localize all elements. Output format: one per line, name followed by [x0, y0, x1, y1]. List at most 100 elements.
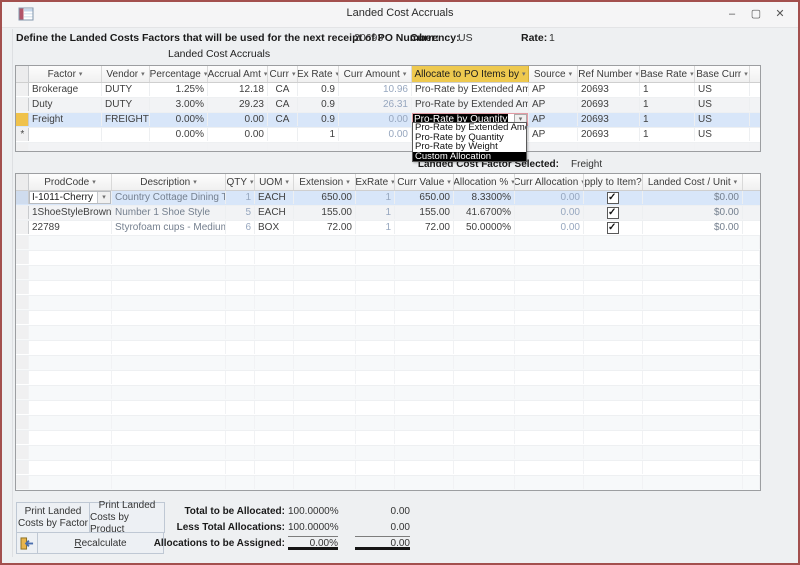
uom-cell[interactable]: EACH — [255, 206, 294, 219]
current-record-selector[interactable] — [16, 113, 29, 126]
factor-cell[interactable]: Freight — [29, 113, 102, 126]
column-header-source[interactable]: Source — [529, 66, 578, 82]
column-header-curr[interactable]: Curr — [268, 66, 298, 82]
column-header-uom[interactable]: UOM — [255, 174, 294, 190]
description-cell[interactable]: Number 1 Shoe Style — [112, 206, 226, 219]
select-all-cell[interactable] — [16, 174, 29, 190]
ex-rate-cell[interactable]: 0.9 — [298, 113, 339, 126]
allocation-pct-cell[interactable]: 8.3300% — [454, 191, 515, 204]
description-cell[interactable]: Country Cottage Dining Table — [112, 191, 226, 204]
ex-rate-cell[interactable]: 0.9 — [298, 83, 339, 96]
current-record-selector[interactable] — [16, 191, 29, 204]
ref-number-cell[interactable]: 20693 — [578, 98, 640, 111]
source-cell[interactable]: AP — [529, 98, 578, 111]
ref-number-cell[interactable]: 20693 — [578, 113, 640, 126]
base-curr-cell[interactable]: US — [695, 83, 750, 96]
column-header-qty[interactable]: QTY — [226, 174, 255, 190]
curr-cell[interactable]: CA — [268, 83, 298, 96]
description-cell[interactable]: Styrofoam cups - Medium — [112, 221, 226, 234]
ex-rate-cell[interactable]: 0.9 — [298, 98, 339, 111]
curr-value-cell[interactable]: 155.00 — [395, 206, 454, 219]
record-selector[interactable] — [16, 98, 29, 111]
ex-rate-cell[interactable]: 1 — [298, 128, 339, 141]
dropdown-option[interactable]: Pro-Rate by Quantity — [413, 133, 526, 143]
record-selector[interactable] — [16, 221, 29, 234]
curr-cell[interactable]: CA — [268, 113, 298, 126]
column-header-percentage[interactable]: Percentage — [150, 66, 208, 82]
accrual-amt-cell[interactable]: 29.23 — [208, 98, 268, 111]
exit-button[interactable] — [16, 532, 38, 554]
column-header-base-rate[interactable]: Base Rate — [640, 66, 695, 82]
column-header-landed-cost-unit[interactable]: Landed Cost / Unit — [643, 174, 743, 190]
accrual-amt-cell[interactable]: 12.18 — [208, 83, 268, 96]
base-curr-cell[interactable]: US — [695, 98, 750, 111]
record-selector[interactable] — [16, 206, 29, 219]
column-header-extension[interactable]: Extension — [294, 174, 356, 190]
column-header-description[interactable]: Description — [112, 174, 226, 190]
ref-number-cell[interactable]: 20693 — [578, 83, 640, 96]
column-header-ref-number[interactable]: Ref Number — [578, 66, 640, 82]
minimize-button[interactable]: – — [720, 5, 744, 24]
allocate-by-cell[interactable]: Pro-Rate by Extended Amount — [412, 98, 529, 111]
source-cell[interactable]: AP — [529, 113, 578, 126]
apply-checkbox[interactable] — [607, 207, 619, 219]
allocate-by-cell[interactable]: Pro-Rate by Extended Amount — [412, 83, 529, 96]
dropdown-option[interactable]: Pro-Rate by Weight — [413, 142, 526, 152]
source-cell[interactable]: AP — [529, 128, 578, 141]
column-header-curr-amount[interactable]: Curr Amount — [339, 66, 412, 82]
percentage-cell[interactable]: 0.00% — [150, 128, 208, 141]
maximize-button[interactable]: ▢ — [744, 5, 768, 24]
curr-cell[interactable] — [268, 128, 298, 141]
print-landed-costs-by-factor-button[interactable]: Print Landed Costs by Factor — [16, 502, 90, 533]
apply-checkbox[interactable] — [607, 192, 619, 204]
allocation-pct-cell[interactable]: 41.6700% — [454, 206, 515, 219]
prodcode-combobox[interactable]: I-1011-Cherry — [29, 191, 111, 204]
column-header-factor[interactable]: Factor — [29, 66, 102, 82]
curr-cell[interactable]: CA — [268, 98, 298, 111]
percentage-cell[interactable]: 0.00% — [150, 113, 208, 126]
column-header-allocate-to-po-items-by[interactable]: Allocate to PO Items by — [412, 66, 529, 82]
percentage-cell[interactable]: 1.25% — [150, 83, 208, 96]
column-header-prodcode[interactable]: ProdCode — [29, 174, 112, 190]
column-header-allocation-pct[interactable]: Allocation % — [454, 174, 515, 190]
base-rate-cell[interactable]: 1 — [640, 83, 695, 96]
base-rate-cell[interactable]: 1 — [640, 128, 695, 141]
prodcode-cell[interactable]: 22789 — [29, 221, 112, 234]
base-rate-cell[interactable]: 1 — [640, 113, 695, 126]
column-header-curr-value[interactable]: Curr Value — [395, 174, 454, 190]
allocation-pct-cell[interactable]: 50.0000% — [454, 221, 515, 234]
vendor-cell[interactable]: DUTY — [102, 98, 150, 111]
base-curr-cell[interactable]: US — [695, 128, 750, 141]
ref-number-cell[interactable]: 20693 — [578, 128, 640, 141]
apply-checkbox[interactable] — [607, 222, 619, 234]
base-curr-cell[interactable]: US — [695, 113, 750, 126]
column-header-vendor[interactable]: Vendor — [102, 66, 150, 82]
new-record-selector[interactable] — [16, 128, 29, 141]
factor-cell[interactable]: Duty — [29, 98, 102, 111]
dropdown-option[interactable]: Pro-Rate by Extended Amount — [413, 123, 526, 133]
column-header-exrate[interactable]: ExRate — [356, 174, 395, 190]
accrual-amt-cell[interactable]: 0.00 — [208, 128, 268, 141]
close-button[interactable]: ✕ — [768, 5, 792, 24]
source-cell[interactable]: AP — [529, 83, 578, 96]
dropdown-option-highlighted[interactable]: Custom Allocation — [413, 152, 526, 162]
base-rate-cell[interactable]: 1 — [640, 98, 695, 111]
column-header-apply-to-item[interactable]: Apply to Item? — [584, 174, 643, 190]
curr-value-cell[interactable]: 72.00 — [395, 221, 454, 234]
column-header-base-curr[interactable]: Base Curr — [695, 66, 750, 82]
extension-cell[interactable]: 72.00 — [294, 221, 356, 234]
percentage-cell[interactable]: 3.00% — [150, 98, 208, 111]
accrual-amt-cell[interactable]: 0.00 — [208, 113, 268, 126]
uom-cell[interactable]: EACH — [255, 191, 294, 204]
vendor-cell[interactable]: DUTY — [102, 83, 150, 96]
combobox-dropdown-button[interactable] — [97, 192, 110, 203]
prodcode-cell[interactable]: 1ShoeStyleBrownS — [29, 206, 112, 219]
factor-cell[interactable] — [29, 128, 102, 141]
column-header-ex-rate[interactable]: Ex Rate — [298, 66, 339, 82]
uom-cell[interactable]: BOX — [255, 221, 294, 234]
column-header-accrual-amt[interactable]: Accrual Amt — [208, 66, 268, 82]
vendor-cell[interactable]: FREIGHT — [102, 113, 150, 126]
extension-cell[interactable]: 650.00 — [294, 191, 356, 204]
select-all-cell[interactable] — [16, 66, 29, 82]
extension-cell[interactable]: 155.00 — [294, 206, 356, 219]
